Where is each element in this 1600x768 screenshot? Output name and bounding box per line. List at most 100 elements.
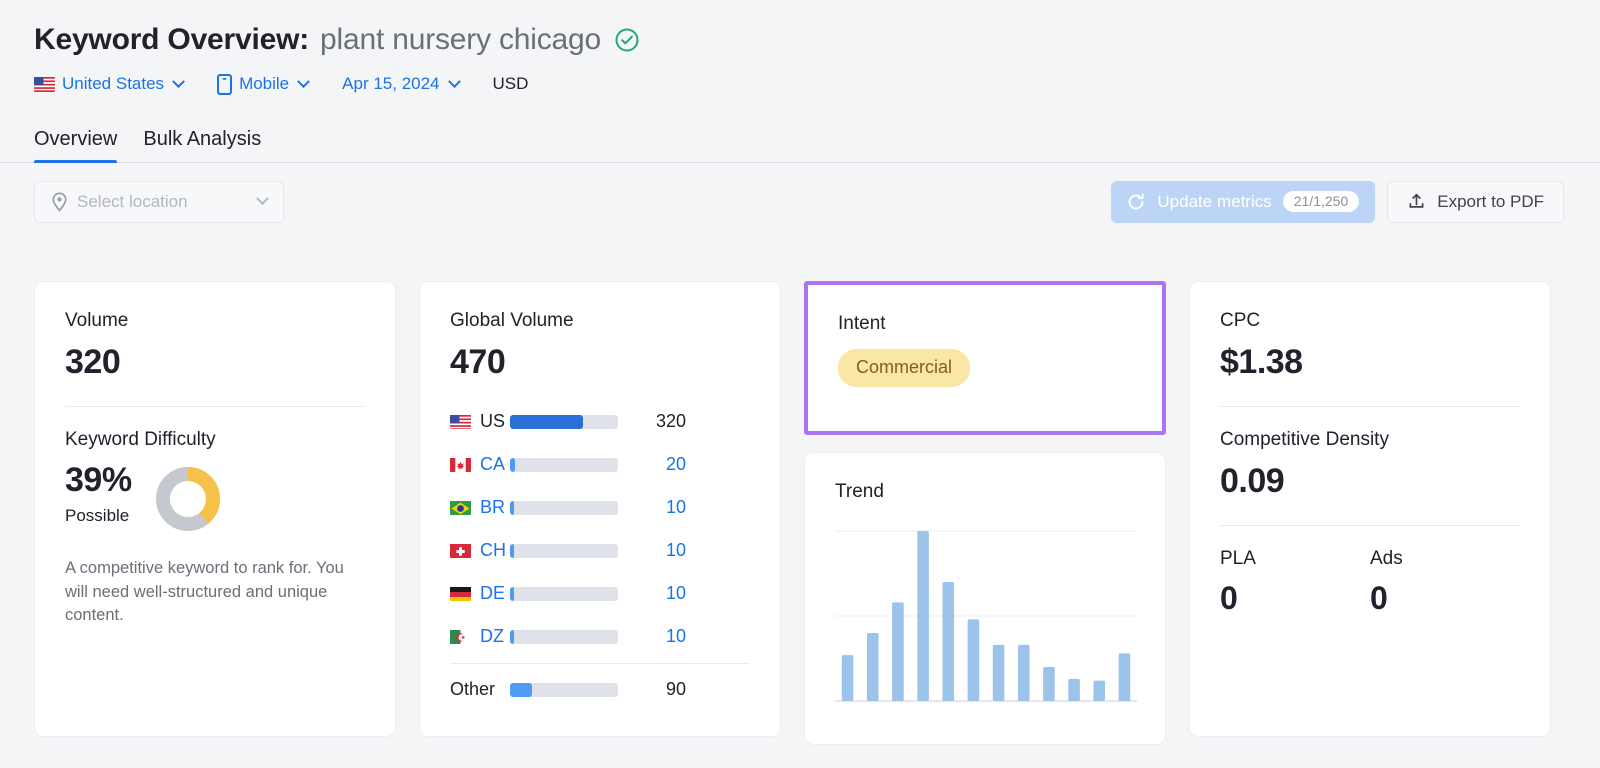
currency-label: USD bbox=[492, 74, 529, 93]
keyword-difficulty-value: 39% bbox=[65, 461, 132, 499]
us-flag-icon bbox=[450, 414, 471, 429]
volume-number: 10 bbox=[665, 540, 686, 560]
de-flag-icon bbox=[450, 586, 471, 601]
competitive-density-label: Competitive Density bbox=[1220, 429, 1389, 450]
volume-bar bbox=[510, 586, 618, 601]
filter-bar: United States Mobile Apr 15, 2024 USD bbox=[34, 71, 1600, 97]
ads-value: 0 bbox=[1370, 580, 1388, 616]
mobile-icon bbox=[217, 73, 233, 95]
export-to-pdf-button[interactable]: Export to PDF bbox=[1387, 180, 1564, 223]
ads-block: Ads 0 bbox=[1370, 548, 1520, 617]
column-cpc: CPC $1.38 Competitive Density 0.09 PLA 0… bbox=[1189, 281, 1551, 745]
trend-bar[interactable] bbox=[841, 655, 854, 701]
volume-number: 10 bbox=[665, 497, 686, 517]
volume-bar bbox=[510, 682, 618, 697]
chevron-down-icon bbox=[297, 74, 311, 88]
chevron-down-icon bbox=[447, 74, 461, 88]
global-volume-row[interactable]: BR 10 bbox=[450, 486, 750, 529]
country-code: US bbox=[480, 411, 506, 431]
volume-bar bbox=[510, 500, 618, 515]
country-code: CH bbox=[480, 540, 506, 560]
other-label: Other bbox=[450, 679, 510, 700]
toolbar: Select location Update metrics 21/1,250 bbox=[0, 163, 1600, 223]
country-cell: CA bbox=[450, 454, 510, 475]
trend-bar[interactable] bbox=[967, 619, 980, 701]
page-title-keyword: plant nursery chicago bbox=[320, 23, 602, 56]
dz-flag-icon bbox=[450, 629, 471, 644]
toolbar-actions: Update metrics 21/1,250 Export to PDF bbox=[1111, 180, 1564, 223]
tab-bulk-analysis[interactable]: Bulk Analysis bbox=[143, 128, 261, 162]
keyword-difficulty-label: Keyword Difficulty bbox=[65, 429, 216, 450]
country-code: Other bbox=[450, 679, 496, 699]
trend-bar[interactable] bbox=[1043, 667, 1055, 701]
country-cell: US bbox=[450, 411, 510, 432]
pla-label: PLA bbox=[1220, 548, 1256, 569]
trend-bar[interactable] bbox=[917, 531, 929, 701]
us-flag-icon bbox=[130, 355, 151, 370]
device-filter[interactable]: Mobile bbox=[217, 73, 311, 95]
volume-value-row: 320 bbox=[65, 343, 365, 382]
global-volume-row[interactable]: CA 20 bbox=[450, 443, 750, 486]
trend-bar[interactable] bbox=[866, 633, 879, 701]
trend-bar[interactable] bbox=[1017, 644, 1030, 701]
competitive-density-value: 0.09 bbox=[1220, 462, 1285, 500]
global-volume-row[interactable]: DZ 10 bbox=[450, 615, 750, 658]
update-metrics-button[interactable]: Update metrics 21/1,250 bbox=[1111, 180, 1376, 223]
us-flag-icon bbox=[34, 76, 55, 92]
chevron-down-icon bbox=[172, 74, 185, 88]
trend-bar[interactable] bbox=[992, 644, 1005, 701]
trend-card: Trend bbox=[804, 452, 1166, 745]
volume-bar-fill bbox=[510, 414, 584, 429]
column-intent-trend: Intent Commercial Trend bbox=[804, 281, 1166, 745]
export-to-pdf-label: Export to PDF bbox=[1437, 191, 1544, 211]
tab-overview[interactable]: Overview bbox=[34, 128, 118, 163]
volume-label: Volume bbox=[65, 310, 129, 331]
global-volume-row[interactable]: CH 10 bbox=[450, 529, 750, 572]
pla-block: PLA 0 bbox=[1220, 548, 1370, 617]
metric-cards: Volume 320 Keyword Difficulty 39% Possib… bbox=[34, 281, 1566, 745]
cpc-card: CPC $1.38 Competitive Density 0.09 PLA 0… bbox=[1189, 281, 1551, 737]
trend-bar[interactable] bbox=[1118, 653, 1131, 701]
page-title-prefix: Keyword Overview: bbox=[34, 23, 310, 56]
keyword-difficulty-description: A competitive keyword to rank for. You w… bbox=[65, 559, 344, 625]
intent-card-highlight: Intent Commercial bbox=[804, 281, 1166, 435]
keyword-difficulty-text: 39% Possible bbox=[65, 461, 132, 526]
volume-bar-fill bbox=[510, 543, 515, 558]
ch-flag-icon bbox=[450, 543, 471, 558]
ca-flag-icon bbox=[450, 457, 471, 472]
divider bbox=[65, 406, 365, 407]
upload-icon bbox=[1407, 192, 1426, 211]
update-metrics-label: Update metrics bbox=[1157, 191, 1272, 211]
check-circle-icon bbox=[614, 27, 640, 53]
country-filter-label: United States bbox=[62, 74, 165, 93]
global-volume-list: US 320 CA 20 BR 10 CH 10 DE 10 DZ 10 Other 90 bbox=[450, 400, 750, 711]
date-filter-label: Apr 15, 2024 bbox=[342, 74, 440, 93]
trend-bar[interactable] bbox=[1093, 680, 1106, 701]
divider bbox=[450, 663, 750, 664]
tab-bar: Overview Bulk Analysis bbox=[0, 119, 1600, 163]
intent-label: Intent bbox=[838, 313, 886, 334]
intent-badge[interactable]: Commercial bbox=[838, 349, 971, 387]
pla-value: 0 bbox=[1220, 580, 1238, 616]
trend-label: Trend bbox=[835, 481, 884, 502]
cpc-label: CPC bbox=[1220, 310, 1261, 331]
global-volume-value: 470 bbox=[450, 343, 506, 381]
country-filter[interactable]: United States bbox=[34, 74, 185, 94]
select-location-dropdown[interactable]: Select location bbox=[34, 180, 284, 223]
volume-bar bbox=[510, 543, 618, 558]
trend-bar[interactable] bbox=[892, 602, 904, 701]
keyword-difficulty-status: Possible bbox=[65, 506, 130, 525]
volume-value: 320 bbox=[65, 343, 121, 381]
global-volume-row[interactable]: DE 10 bbox=[450, 572, 750, 615]
divider bbox=[1220, 525, 1520, 526]
global-volume-row[interactable]: US 320 bbox=[450, 400, 750, 443]
volume-number: 20 bbox=[665, 454, 686, 474]
country-cell: DE bbox=[450, 583, 510, 604]
country-code: DE bbox=[480, 583, 506, 603]
trend-bar[interactable] bbox=[1068, 678, 1080, 701]
country-cell: DZ bbox=[450, 626, 510, 647]
date-filter[interactable]: Apr 15, 2024 bbox=[342, 74, 461, 94]
trend-bar[interactable] bbox=[942, 582, 955, 701]
volume-bar bbox=[510, 457, 618, 472]
global-volume-card: Global Volume 470 US 320 CA 20 BR 10 CH 10 DE 10 D… bbox=[419, 281, 781, 737]
